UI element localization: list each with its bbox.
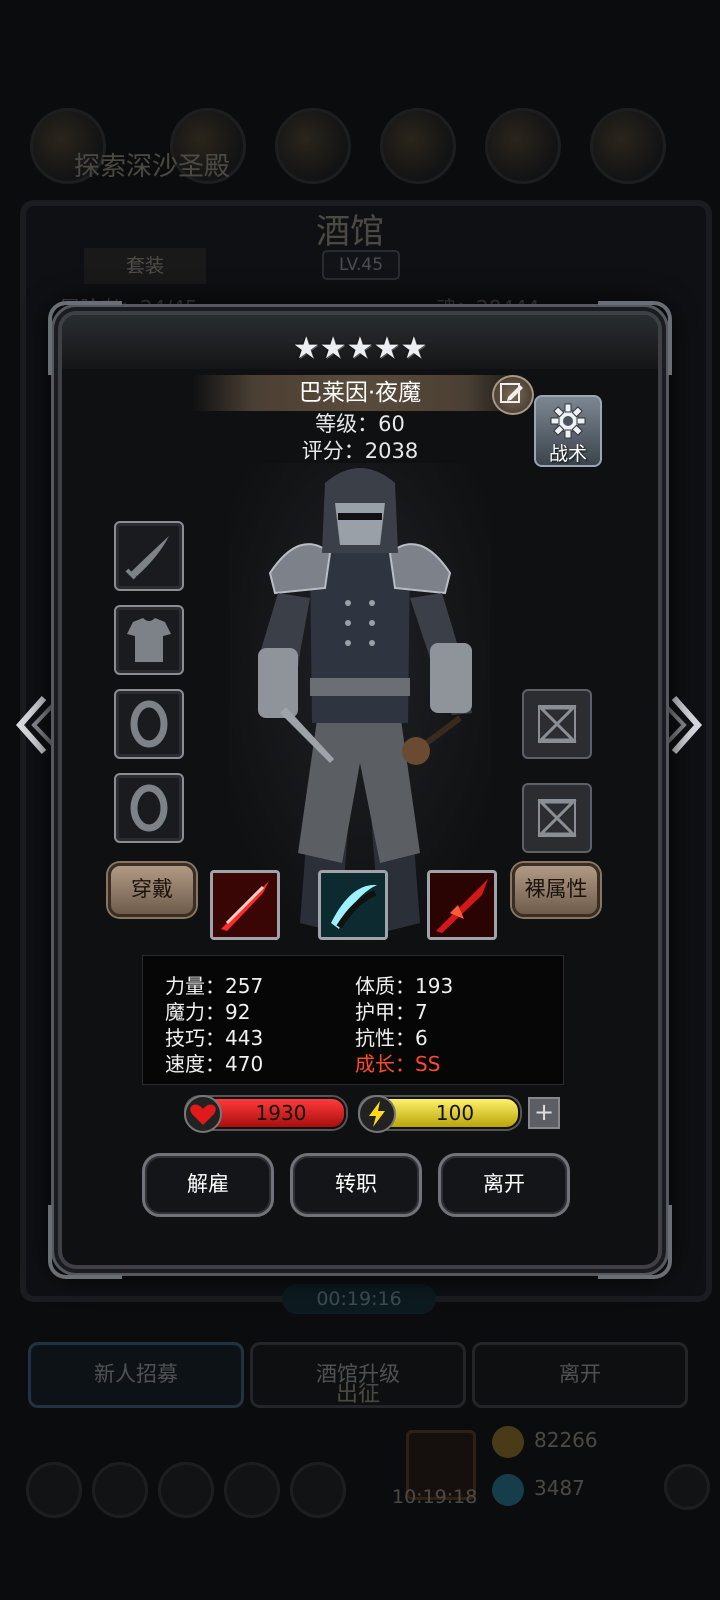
next-hero-arrow-icon[interactable]	[658, 690, 708, 760]
hp-bar: 1930	[184, 1095, 346, 1133]
leave-button[interactable]: 离开	[438, 1153, 570, 1217]
stat-growth: 成长：SS	[355, 1052, 441, 1076]
hero-name: 巴莱因·夜魔	[298, 380, 422, 406]
skill-slot-3[interactable]	[427, 870, 497, 940]
ring-icon	[130, 700, 168, 748]
stat-magic: 魔力：92	[165, 1000, 251, 1024]
suit-tab: 套装	[84, 248, 206, 284]
top-menu-icon	[590, 108, 666, 184]
settings-icon	[664, 1464, 710, 1510]
top-menu-icon	[275, 108, 351, 184]
stat-constitution: 体质：193	[355, 974, 454, 998]
stat-armor: 护甲：7	[355, 1000, 428, 1024]
bottom-menu-icon	[158, 1462, 214, 1518]
star-icon: ★	[373, 331, 401, 366]
armor-slot[interactable]	[114, 605, 184, 675]
wear-button[interactable]: 穿戴	[108, 863, 196, 917]
gear-icon	[550, 403, 586, 439]
skill-slot-1[interactable]	[210, 870, 280, 940]
frame-ornament	[48, 1205, 122, 1279]
edit-pencil-icon	[500, 383, 523, 403]
gem-icon	[492, 1474, 524, 1506]
transfer-job-button[interactable]: 转职	[290, 1153, 422, 1217]
ring-slot-2[interactable]	[114, 773, 184, 843]
add-energy-button[interactable]: +	[528, 1097, 560, 1129]
tavern-level: LV.45	[322, 250, 400, 280]
gold-amount: 82266	[534, 1428, 598, 1452]
tactics-label: 战术	[548, 443, 587, 465]
top-menu-icon	[380, 108, 456, 184]
stat-skill: 技巧：443	[165, 1026, 264, 1050]
expedition-label: 出征	[336, 1382, 381, 1407]
star-icon: ★	[292, 331, 320, 366]
tactics-button[interactable]: 战术	[534, 395, 602, 467]
red-slash-skill-icon	[213, 873, 277, 937]
armor-icon	[127, 618, 171, 662]
expedition-timer: 10:19:18	[392, 1486, 478, 1508]
prev-hero-arrow-icon[interactable]	[10, 690, 60, 760]
ring-icon	[130, 784, 168, 832]
bare-attributes-button[interactable]: 裸属性	[512, 863, 600, 917]
stat-speed: 速度：470	[165, 1052, 264, 1076]
gem-amount: 3487	[534, 1476, 585, 1500]
gold-coin-icon	[492, 1426, 524, 1458]
accessory-slot-2[interactable]	[522, 783, 592, 853]
quest-title: 探索深沙圣殿	[74, 152, 231, 182]
red-spear-skill-icon	[430, 873, 494, 937]
bottom-menu-icon	[224, 1462, 280, 1518]
dismiss-button[interactable]: 解雇	[142, 1153, 274, 1217]
recruit-timer: 00:19:16	[282, 1284, 436, 1314]
rename-button[interactable]	[492, 375, 534, 415]
ring-slot-1[interactable]	[114, 689, 184, 759]
frame-ornament	[598, 301, 672, 375]
hero-score: 评分：2038	[301, 439, 419, 463]
hp-value: 1930	[255, 1101, 307, 1125]
new-recruit-button: 新人招募	[28, 1342, 244, 1408]
weapon-icon	[125, 536, 169, 580]
frame-ornament	[598, 1205, 672, 1279]
bottom-menu-icon	[290, 1462, 346, 1518]
energy-bar: 100	[358, 1095, 520, 1133]
accessory-slot-1[interactable]	[522, 689, 592, 759]
hero-star-rating: ★ ★ ★ ★ ★	[290, 329, 430, 369]
star-icon: ★	[346, 331, 374, 366]
attribute-panel: 力量：257 魔力：92 技巧：443 速度：470 体质：193 护甲：7 抗…	[142, 955, 564, 1085]
skill-slot-2[interactable]	[318, 870, 388, 940]
weapon-slot[interactable]	[114, 521, 184, 591]
stat-resistance: 抗性：6	[355, 1026, 428, 1050]
cyan-slash-skill-icon	[321, 873, 385, 937]
frame-ornament	[48, 301, 122, 375]
stat-strength: 力量：257	[165, 974, 264, 998]
tavern-title: 酒馆	[316, 212, 384, 252]
hero-level: 等级：60	[315, 412, 405, 436]
lightning-icon	[358, 1095, 396, 1133]
hero-detail-dialog: ★ ★ ★ ★ ★ 巴莱因·夜魔 等级：60 评分：2038 战术 穿戴 裸属性…	[48, 301, 672, 1279]
star-icon: ★	[400, 331, 428, 366]
tavern-leave-button: 离开	[472, 1342, 688, 1408]
locked-slot-icon	[537, 705, 577, 743]
locked-slot-icon	[537, 799, 577, 837]
energy-value: 100	[435, 1101, 475, 1125]
bottom-menu-icon	[26, 1462, 82, 1518]
bottom-menu-icon	[92, 1462, 148, 1518]
top-menu-icon	[485, 108, 561, 184]
heart-icon	[184, 1095, 222, 1133]
star-icon: ★	[319, 331, 347, 366]
